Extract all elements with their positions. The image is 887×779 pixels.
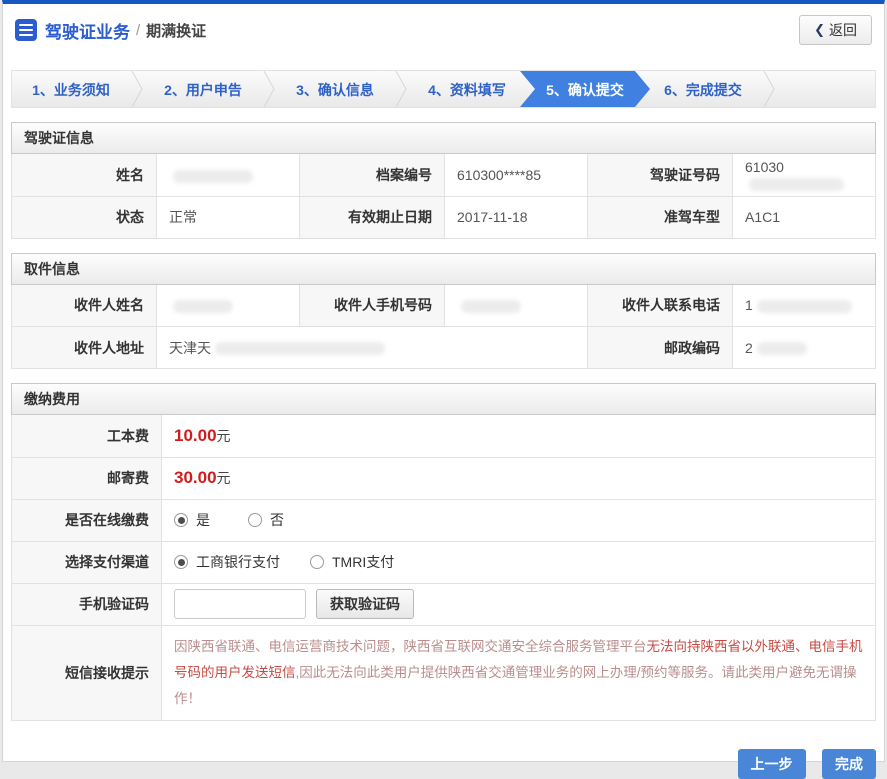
field-label-sms-notice: 短信接收提示 [11, 625, 162, 722]
field-value-name [156, 154, 300, 197]
redacted-value [215, 342, 385, 356]
field-label-sms-code: 手机验证码 [11, 583, 162, 626]
step-tab-1: 1、业务须知 [32, 82, 110, 98]
fees-section: 缴纳费用 工本费 10.00元 邮寄费 30.00元 是否在线缴费 是 否 选择… [11, 383, 876, 722]
fees-table: 工本费 10.00元 邮寄费 30.00元 是否在线缴费 是 否 选择支付渠道 [11, 415, 876, 722]
back-button[interactable]: ❮ 返回 [799, 15, 872, 45]
field-value-postal-code: 2 [732, 326, 876, 369]
online-pay-options: 是 否 [161, 499, 876, 542]
section-title-license: 驾驶证信息 [11, 122, 876, 154]
post-fee-amount: 30.00 [174, 468, 217, 487]
license-info-table: 姓名 档案编号 610300****85 驾驶证号码 61030 状态 正常 有… [11, 154, 876, 239]
field-value-vehicle-class: A1C1 [732, 196, 876, 239]
radio-selected-icon [174, 513, 188, 527]
breadcrumb-current: 期满换证 [146, 22, 207, 40]
field-label-postal-code: 邮政编码 [587, 326, 733, 369]
footer-actions: 上一步 完成 [11, 749, 876, 779]
redacted-value [756, 342, 807, 356]
field-label-recipient-address: 收件人地址 [11, 326, 157, 369]
redacted-value [173, 300, 233, 314]
field-label-work-fee: 工本费 [11, 415, 162, 458]
table-row: 短信接收提示 因陕西省联通、电信运营商技术问题，陕西省互联网交通安全综合服务管理… [11, 625, 876, 722]
section-title-pickup: 取件信息 [11, 252, 876, 285]
table-row: 是否在线缴费 是 否 [11, 499, 876, 542]
redacted-value [461, 300, 521, 314]
radio-online-pay-yes[interactable]: 是 [174, 510, 210, 530]
field-value-status: 正常 [156, 196, 300, 239]
field-value-file-number: 610300****85 [444, 154, 588, 197]
field-label-vehicle-class: 准驾车型 [587, 196, 733, 239]
radio-online-pay-no[interactable]: 否 [248, 510, 284, 530]
field-label-post-fee: 邮寄费 [11, 457, 162, 500]
field-label-expiry-date: 有效期止日期 [299, 196, 445, 239]
radio-unselected-icon [310, 555, 324, 569]
work-fee-unit: 元 [216, 427, 231, 444]
field-value-expiry-date: 2017-11-18 [444, 196, 588, 239]
page-title: 驾驶证业务 [45, 22, 130, 42]
step-tab-6: 6、完成提交 [664, 82, 742, 98]
table-row: 邮寄费 30.00元 [11, 457, 876, 500]
table-row: 工本费 10.00元 [11, 415, 876, 458]
step-tab-5-active: 5、确认提交 [520, 71, 650, 107]
radio-unselected-icon [248, 513, 262, 527]
step-separator-icon [395, 71, 407, 107]
table-row: 选择支付渠道 工商银行支付 TMRI支付 [11, 541, 876, 584]
field-label-recipient-mobile: 收件人手机号码 [299, 284, 445, 327]
field-value-recipient-address: 天津天 [156, 326, 588, 369]
pickup-info-table: 收件人姓名 收件人手机号码 收件人联系电话 1 收件人地址 天津天 邮政编码 2 [11, 284, 876, 369]
field-label-name: 姓名 [11, 154, 157, 197]
list-icon [15, 19, 37, 41]
redacted-value [749, 177, 844, 191]
step-tab-3: 3、确认信息 [296, 82, 374, 98]
chevron-left-icon: ❮ [814, 22, 825, 37]
field-value-license-number: 61030 [732, 154, 876, 197]
previous-step-button[interactable]: 上一步 [737, 749, 806, 779]
pay-channel-options: 工商银行支付 TMRI支付 [161, 541, 876, 584]
field-label-status: 状态 [11, 196, 157, 239]
sms-notice-cell: 因陕西省联通、电信运营商技术问题，陕西省互联网交通安全综合服务管理平台无法向持陕… [161, 625, 876, 722]
field-label-license-number: 驾驶证号码 [587, 154, 733, 197]
redacted-value [173, 169, 253, 183]
radio-selected-icon [174, 555, 188, 569]
get-sms-code-button[interactable]: 获取验证码 [316, 589, 414, 619]
radio-channel-tmri[interactable]: TMRI支付 [310, 552, 394, 572]
work-fee-amount: 10.00 [174, 425, 217, 445]
radio-channel-icbc[interactable]: 工商银行支付 [174, 552, 280, 572]
field-value-post-fee: 30.00元 [161, 457, 876, 500]
field-label-online-pay: 是否在线缴费 [11, 499, 162, 542]
field-label-pay-channel: 选择支付渠道 [11, 541, 162, 584]
field-value-recipient-name [156, 284, 300, 327]
field-value-recipient-phone: 1 [732, 284, 876, 327]
redacted-value [756, 300, 852, 314]
wizard-steps: 1、业务须知 2、用户申告 3、确认信息 4、资料填写 5、确认提交 6、完成提… [11, 70, 876, 108]
step-separator-icon [263, 71, 275, 107]
field-label-recipient-phone: 收件人联系电话 [587, 284, 733, 327]
finish-button[interactable]: 完成 [822, 749, 876, 779]
sms-code-input[interactable] [174, 589, 306, 619]
pickup-info-section: 取件信息 收件人姓名 收件人手机号码 收件人联系电话 1 收件人地址 天津天 邮… [11, 252, 876, 369]
section-title-fees: 缴纳费用 [11, 383, 876, 415]
step-separator-icon [763, 71, 775, 107]
table-row: 手机验证码 获取验证码 [11, 583, 876, 626]
table-row: 收件人地址 天津天 邮政编码 2 [11, 326, 876, 369]
page-container: 驾驶证业务 / 期满换证 ❮ 返回 1、业务须知 2、用户申告 3、确认信息 4… [2, 0, 885, 779]
breadcrumb-separator: / [136, 21, 141, 39]
field-value-work-fee: 10.00元 [161, 415, 876, 458]
field-value-recipient-mobile [444, 284, 588, 327]
step-tab-2: 2、用户申告 [164, 82, 242, 98]
license-info-section: 驾驶证信息 姓名 档案编号 610300****85 驾驶证号码 61030 状… [11, 122, 876, 239]
field-label-recipient-name: 收件人姓名 [11, 284, 157, 327]
table-row: 状态 正常 有效期止日期 2017-11-18 准驾车型 A1C1 [11, 196, 876, 239]
sms-notice-text: 因陕西省联通、电信运营商技术问题，陕西省互联网交通安全综合服务管理平台无法向持陕… [174, 638, 863, 707]
post-fee-unit: 元 [216, 470, 231, 486]
field-label-file-number: 档案编号 [299, 154, 445, 197]
sms-code-cell: 获取验证码 [161, 583, 876, 626]
step-tab-4: 4、资料填写 [428, 82, 506, 98]
page-header: 驾驶证业务 / 期满换证 ❮ 返回 [3, 4, 884, 56]
step-separator-icon [131, 71, 143, 107]
back-button-label: 返回 [829, 22, 857, 38]
table-row: 收件人姓名 收件人手机号码 收件人联系电话 1 [11, 284, 876, 327]
table-row: 姓名 档案编号 610300****85 驾驶证号码 61030 [11, 154, 876, 197]
